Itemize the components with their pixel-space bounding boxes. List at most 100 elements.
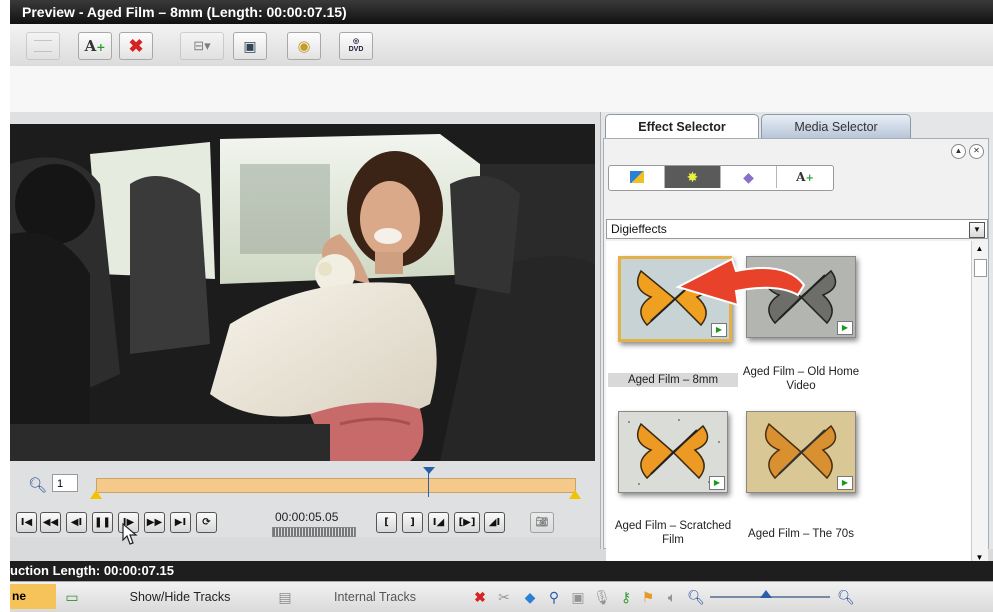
- video-preview: [10, 124, 595, 461]
- record-icon[interactable]: 🎙︎: [592, 587, 612, 607]
- save-icon[interactable]: ▣: [568, 587, 588, 607]
- titles-icon: A+: [796, 170, 814, 184]
- sphere-icon: ◉: [297, 38, 311, 55]
- zoom-value-field[interactable]: 1: [52, 474, 78, 492]
- zoom-slider-thumb[interactable]: [760, 590, 772, 598]
- snapshot-button[interactable]: 📷︎: [530, 512, 554, 533]
- chevron-down-icon[interactable]: ▼: [969, 222, 985, 238]
- category-effects-button[interactable]: ✸: [665, 166, 721, 188]
- tracks-icon[interactable]: ▭: [62, 587, 82, 607]
- tab-effect-selector[interactable]: Effect Selector: [605, 114, 759, 138]
- effect-label: Aged Film – 8mm: [608, 373, 738, 387]
- disabled-track-icon[interactable]: ▤: [275, 587, 295, 607]
- category-overlays-button[interactable]: ◆: [721, 166, 777, 188]
- scroll-up-icon[interactable]: ▲: [973, 243, 986, 255]
- delete-icon: ✖: [128, 35, 144, 56]
- effect-thumbnail-grid: ▶ Aged Film – 8mm ▶ Aged Film – Old Home…: [606, 241, 971, 566]
- play-preview-icon[interactable]: ▶: [709, 476, 725, 490]
- zoom-icon[interactable]: 🔍︎: [28, 476, 47, 494]
- dropdown-value: Digieffects: [611, 222, 667, 236]
- mark-out-button[interactable]: ]: [402, 512, 423, 533]
- timeline-tab[interactable]: ne: [10, 584, 56, 609]
- fast-forward-button[interactable]: ▶▶: [144, 512, 165, 533]
- timeline-track[interactable]: [96, 467, 576, 497]
- go-to-start-button[interactable]: I◀: [16, 512, 37, 533]
- blank-toolbar-button[interactable]: [26, 32, 60, 60]
- go-to-mark-in-button[interactable]: I◢: [428, 512, 449, 533]
- production-length-bar: uction Length: 00:00:07.15: [10, 561, 993, 581]
- show-hide-tracks-button[interactable]: Show/Hide Tracks: [90, 587, 270, 607]
- effect-label: Aged Film – The 70s: [748, 528, 854, 540]
- mark-out-handle[interactable]: [569, 490, 581, 499]
- blank-icon: [34, 40, 52, 52]
- play-preview-icon[interactable]: ▶: [837, 321, 853, 335]
- delete-button[interactable]: ✖: [119, 32, 153, 60]
- secondary-toolbar-area: [10, 66, 993, 113]
- pause-button[interactable]: ❚❚: [92, 512, 113, 533]
- close-panel-button[interactable]: ✕: [969, 144, 984, 159]
- mark-out-icon: ]: [410, 517, 415, 528]
- rewind-icon: ◀◀: [42, 517, 59, 528]
- internal-tracks-button[interactable]: Internal Tracks: [305, 587, 445, 607]
- dvd-button[interactable]: ◎ DVD: [339, 32, 373, 60]
- effect-category-toolbar: ✸ ◆ A+: [608, 165, 834, 191]
- previous-frame-button[interactable]: ◀I: [66, 512, 87, 533]
- go-to-mark-out-icon: ◢I: [488, 517, 501, 528]
- collapse-panel-button[interactable]: ▲: [951, 144, 966, 159]
- volume-icon[interactable]: 🔈︎: [662, 587, 682, 607]
- rewind-button[interactable]: ◀◀: [40, 512, 61, 533]
- category-transitions-button[interactable]: [609, 166, 665, 188]
- effect-panel-body: ▲ ✕ ✸ ◆ A+ Digieffects ▼ ▶ Aged Film – 8…: [603, 138, 989, 566]
- mouse-cursor-icon: [122, 522, 138, 545]
- previous-frame-icon: ◀I: [70, 517, 83, 528]
- effect-thumbnail-aged-film-scratched-film[interactable]: ▶: [618, 411, 728, 493]
- trim-icon[interactable]: ✂: [494, 587, 514, 607]
- effect-thumbnail-aged-film-the-70s[interactable]: ▶: [746, 411, 856, 493]
- sphere-button[interactable]: ◉: [287, 32, 321, 60]
- effect-category-dropdown[interactable]: Digieffects ▼: [606, 219, 988, 239]
- marker-icon[interactable]: ⚑: [638, 587, 658, 607]
- edit-properties-button[interactable]: ▣: [233, 32, 267, 60]
- vertical-scrollbar[interactable]: ▲ ▼: [971, 241, 988, 566]
- mark-in-handle[interactable]: [90, 490, 102, 499]
- go-to-end-button[interactable]: ▶I: [170, 512, 191, 533]
- mark-in-button[interactable]: [: [376, 512, 397, 533]
- add-title-icon: A+: [84, 37, 106, 55]
- effect-selector-panel: Effect Selector Media Selector ▲ ✕ ✸ ◆ A…: [600, 112, 993, 566]
- window-title: Preview - Aged Film – 8mm (Length: 00:00…: [10, 0, 993, 24]
- preview-pane: 🔍︎ 1 I◀ ◀◀ ◀I ❚❚ I▶ ▶▶ ▶I ⟳ 00:00:05.05 …: [10, 112, 600, 545]
- scrollbar-thumb[interactable]: [974, 259, 987, 277]
- align-dropdown-button[interactable]: ⊟▾: [180, 32, 224, 60]
- preview-timeline: 🔍︎ 1: [10, 467, 600, 510]
- go-to-mark-in-icon: I◢: [432, 517, 445, 528]
- timecode-display: 00:00:05.05: [275, 510, 339, 524]
- add-track-icon[interactable]: ⚲: [544, 587, 564, 607]
- keyframe-icon[interactable]: ⚷: [616, 587, 636, 607]
- play-selection-icon: [▶]: [458, 517, 476, 528]
- zoom-in-icon[interactable]: 🔍︎: [836, 587, 856, 607]
- app-window: Preview - Aged Film – 8mm (Length: 00:00…: [10, 0, 993, 612]
- tab-media-selector[interactable]: Media Selector: [761, 114, 911, 138]
- timeline-playhead[interactable]: [423, 467, 435, 497]
- timeline-zoom-slider[interactable]: [710, 590, 830, 598]
- go-to-end-icon: ▶I: [174, 517, 187, 528]
- go-to-mark-out-button[interactable]: ◢I: [484, 512, 505, 533]
- main-toolbar: A+ ✖ ⊟▾ ▣ ◉ ◎ DVD: [10, 24, 993, 67]
- audio-level-meter: [272, 527, 356, 537]
- delete-icon[interactable]: ✖: [470, 587, 490, 607]
- play-preview-icon[interactable]: ▶: [711, 323, 727, 337]
- zoom-out-icon[interactable]: 🔍︎: [686, 587, 706, 607]
- mark-in-icon: [: [384, 517, 389, 528]
- add-title-button[interactable]: A+: [78, 32, 112, 60]
- loop-button[interactable]: ⟳: [196, 512, 217, 533]
- category-titles-button[interactable]: A+: [777, 166, 833, 188]
- camera-icon: 📷︎: [535, 517, 549, 528]
- align-dropdown-icon: ⊟▾: [193, 38, 211, 53]
- play-selection-button[interactable]: [▶]: [454, 512, 480, 533]
- transitions-icon: [629, 171, 644, 183]
- play-preview-icon[interactable]: ▶: [837, 476, 853, 490]
- split-icon[interactable]: ◆: [520, 587, 540, 607]
- go-to-start-icon: I◀: [20, 517, 33, 528]
- overlays-icon: ◆: [743, 168, 754, 185]
- close-icon: ✕: [973, 146, 980, 155]
